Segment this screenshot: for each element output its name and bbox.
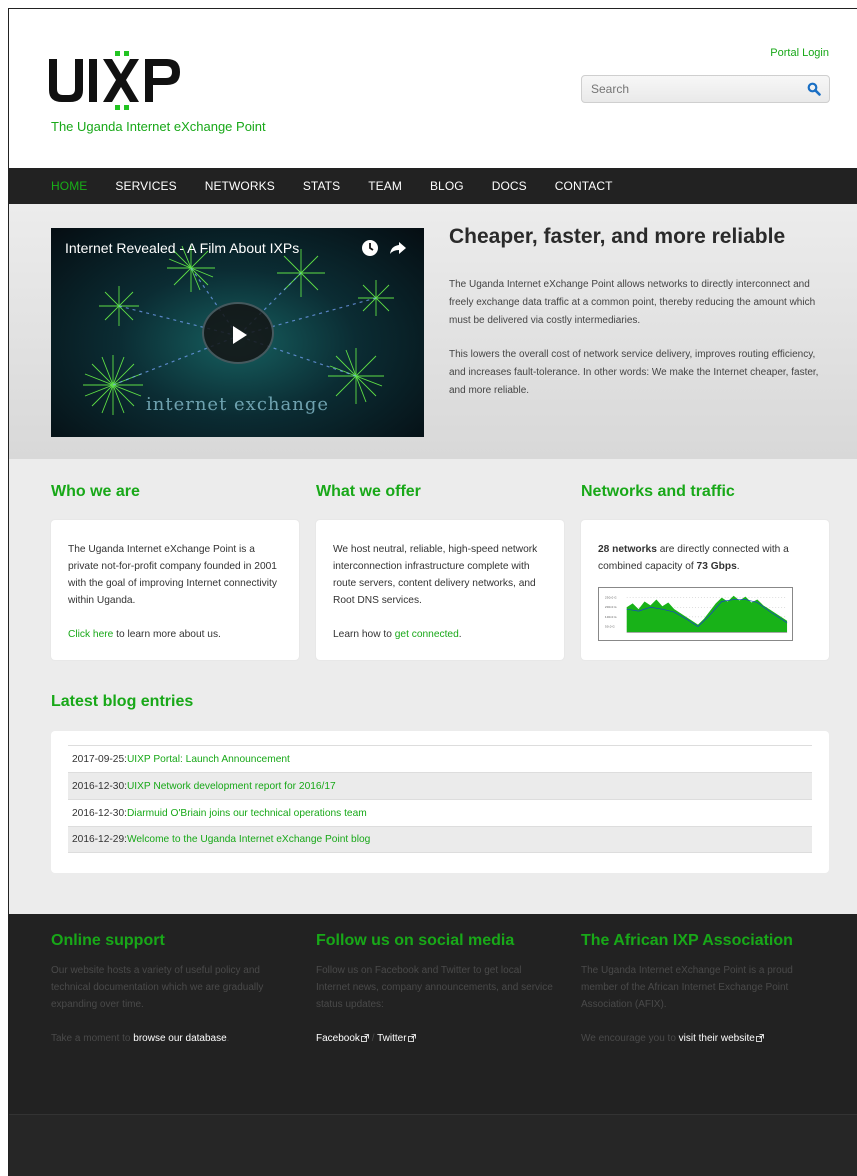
nav-docs[interactable]: DOCS <box>492 179 527 193</box>
networks-summary: 28 networks are directly connected with … <box>598 541 812 575</box>
nav-blog[interactable]: BLOG <box>430 179 464 193</box>
who-we-are-card: The Uganda Internet eXchange Point is a … <box>51 520 299 660</box>
blog-date: 2016-12-30: <box>72 807 127 819</box>
blog-entry: 2016-12-30: Diarmuid O'Briain joins our … <box>68 799 812 826</box>
footer-online-support: Online support Our website hosts a varie… <box>51 932 291 1047</box>
what-we-offer-card: We host neutral, reliable, high-speed ne… <box>316 520 564 660</box>
afix-visit-prefix: We encourage you to <box>581 1033 679 1044</box>
social-separator: / <box>368 1033 378 1044</box>
nav-contact[interactable]: CONTACT <box>555 179 613 193</box>
blog-date: 2016-12-30: <box>72 780 127 792</box>
who-we-are-more: Click here to learn more about us. <box>68 626 282 643</box>
blog-link[interactable]: Diarmuid O'Briain joins our technical op… <box>127 808 367 819</box>
blog-link[interactable]: UIXP Portal: Launch Announcement <box>127 754 290 765</box>
site-footer: Online support Our website hosts a varie… <box>9 914 857 1114</box>
visit-afix-label: visit their website <box>678 1033 755 1044</box>
what-we-offer-text: We host neutral, reliable, high-speed ne… <box>333 544 538 606</box>
blog-link[interactable]: Welcome to the Uganda Internet eXchange … <box>127 834 370 845</box>
latest-blog-title: Latest blog entries <box>51 693 194 710</box>
page: The Uganda Internet eXchange Point Porta… <box>8 8 857 1176</box>
video-caption: internet exchange <box>145 394 330 415</box>
search-box <box>581 75 830 103</box>
footer-afix: The African IXP Association The Uganda I… <box>581 932 821 1047</box>
capacity-value: 73 Gbps <box>696 561 737 572</box>
social-title: Follow us on social media <box>316 932 515 949</box>
video-title[interactable]: Internet Revealed - A Film About IXPs <box>65 240 299 256</box>
blog-list: 2017-09-25: UIXP Portal: Launch Announce… <box>51 731 829 873</box>
browse-database-prefix: Take a moment to <box>51 1033 134 1044</box>
network-count: 28 networks <box>598 544 657 555</box>
social-text: Follow us on Facebook and Twitter to get… <box>316 965 553 1010</box>
what-we-offer-title: What we offer <box>316 483 421 500</box>
footer-social: Follow us on social media Follow us on F… <box>316 932 556 1047</box>
networks-traffic-title: Networks and traffic <box>581 483 735 500</box>
twitter-label: Twitter <box>377 1033 407 1044</box>
learn-more-suffix: to learn more about us. <box>113 629 221 640</box>
hero-section: Internet Revealed - A Film About IXPs in… <box>9 204 857 459</box>
browse-database-line: Take a moment to browse our database. <box>51 1030 291 1047</box>
search-icon[interactable] <box>807 82 821 96</box>
blog-link[interactable]: UIXP Network development report for 2016… <box>127 781 336 792</box>
hero-title: Cheaper, faster, and more reliable <box>449 225 786 248</box>
online-support-text: Our website hosts a variety of useful po… <box>51 965 264 1010</box>
get-connected-line: Learn how to get connected. <box>333 626 547 643</box>
blog-entry: 2016-12-29: Welcome to the Uganda Intern… <box>68 826 812 853</box>
nav-home[interactable]: HOME <box>51 179 87 193</box>
blog-entry: 2016-12-30: UIXP Network development rep… <box>68 772 812 799</box>
sub-footer <box>9 1114 857 1176</box>
get-connected-suffix: . <box>458 629 462 640</box>
nav-stats[interactable]: STATS <box>303 179 340 193</box>
play-button[interactable] <box>202 302 274 364</box>
nav-team[interactable]: TEAM <box>368 179 402 193</box>
video-player[interactable]: Internet Revealed - A Film About IXPs in… <box>51 228 424 437</box>
nav-networks[interactable]: NETWORKS <box>205 179 275 193</box>
external-link-icon <box>407 1034 416 1042</box>
visit-afix-link[interactable]: visit their website <box>679 1033 764 1044</box>
social-links: Facebook / Twitter <box>316 1030 556 1047</box>
main-nav: HOME SERVICES NETWORKS STATS TEAM BLOG D… <box>9 168 857 204</box>
uixp-logo[interactable] <box>49 51 189 111</box>
facebook-link[interactable]: Facebook <box>316 1033 369 1044</box>
blog-date: 2016-12-29: <box>72 834 127 845</box>
browse-database-suffix: . <box>226 1033 230 1044</box>
get-connected-link[interactable]: get connected <box>395 629 459 640</box>
who-we-are-text: The Uganda Internet eXchange Point is a … <box>68 544 277 606</box>
site-header: The Uganda Internet eXchange Point Porta… <box>9 9 857 168</box>
nav-services[interactable]: SERVICES <box>115 179 176 193</box>
svg-text:100.0 G: 100.0 G <box>605 615 617 619</box>
networks-traffic-card: 28 networks are directly connected with … <box>581 520 829 660</box>
svg-text:250.0 G: 250.0 G <box>605 596 617 600</box>
share-icon[interactable] <box>389 239 407 257</box>
play-icon <box>233 326 247 344</box>
afix-text: The Uganda Internet eXchange Point is a … <box>581 965 793 1010</box>
external-link-icon <box>361 1034 369 1042</box>
browse-database-link[interactable]: browse our database <box>133 1033 226 1044</box>
portal-login-link[interactable]: Portal Login <box>770 47 829 59</box>
online-support-title: Online support <box>51 932 165 949</box>
watch-later-icon[interactable] <box>361 239 379 257</box>
learn-more-link[interactable]: Click here <box>68 629 113 640</box>
hero-paragraph-2: This lowers the overall cost of network … <box>449 349 819 396</box>
twitter-link[interactable]: Twitter <box>377 1033 416 1044</box>
hero-paragraph-1: The Uganda Internet eXchange Point allow… <box>449 279 816 326</box>
traffic-graph[interactable]: 250.0 G 200.0 G 100.0 G 50.0 G <box>598 587 793 641</box>
site-tagline: The Uganda Internet eXchange Point <box>51 119 266 134</box>
external-link-icon <box>755 1034 764 1042</box>
blog-entry: 2017-09-25: UIXP Portal: Launch Announce… <box>68 745 812 772</box>
svg-text:50.0 G: 50.0 G <box>605 625 616 629</box>
svg-text:200.0 G: 200.0 G <box>605 605 617 609</box>
afix-title: The African IXP Association <box>581 932 793 949</box>
get-connected-prefix: Learn how to <box>333 629 395 640</box>
content-section: Who we are What we offer Networks and tr… <box>9 459 857 914</box>
search-input[interactable] <box>582 76 792 102</box>
facebook-label: Facebook <box>316 1033 360 1044</box>
networks-summary-end: . <box>736 561 740 572</box>
who-we-are-title: Who we are <box>51 483 140 500</box>
blog-date: 2017-09-25: <box>72 753 127 765</box>
afix-visit-line: We encourage you to visit their website <box>581 1030 821 1047</box>
